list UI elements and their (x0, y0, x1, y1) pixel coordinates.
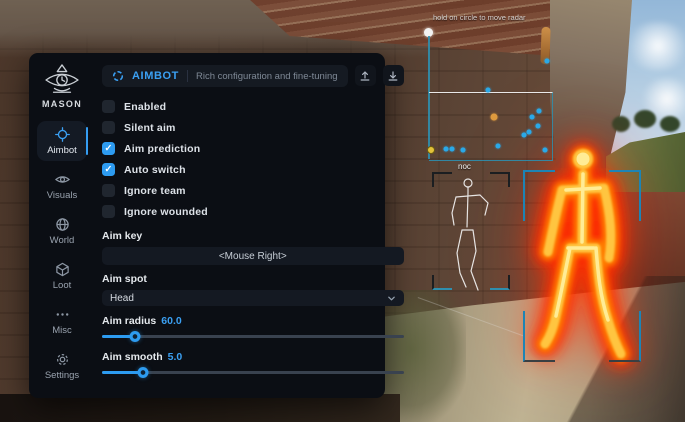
aim-key-label: Aim key (102, 230, 404, 242)
checkbox[interactable] (102, 121, 115, 134)
target-circle-icon (112, 70, 124, 82)
export-config-button[interactable] (383, 65, 404, 86)
checkbox[interactable] (102, 142, 115, 155)
checkbox-ignore-team[interactable]: Ignore team (102, 180, 404, 201)
tab-header: AIMBOT Rich configuration and fine-tunin… (102, 65, 404, 87)
bg-wooden-pole (540, 27, 550, 64)
checkbox-label: Auto switch (124, 164, 186, 176)
aim-radius-slider[interactable] (102, 330, 404, 342)
globe-icon (55, 217, 70, 232)
radar-box (429, 92, 553, 161)
cube-icon (55, 262, 70, 277)
checkbox-label: Enabled (124, 101, 166, 113)
corner-bracket (609, 170, 641, 221)
corner-bracket (609, 311, 641, 362)
tab-header-pill: AIMBOT Rich configuration and fine-tunin… (102, 65, 348, 87)
checkbox-aim-prediction[interactable]: Aim prediction (102, 138, 404, 159)
corner-bracket (523, 311, 555, 362)
aim-smooth-label-row: Aim smooth 5.0 (102, 351, 404, 363)
aim-spot-label: Aim spot (102, 273, 404, 285)
sidebar-item-misc[interactable]: Misc (37, 301, 87, 341)
checkbox-auto-switch[interactable]: Auto switch (102, 159, 404, 180)
eye-icon (55, 172, 70, 187)
sidebar-item-visuals[interactable]: Visuals (37, 166, 87, 206)
bg-tree (660, 116, 680, 132)
slider-track[interactable] (102, 335, 404, 338)
bg-cloud (622, 22, 685, 70)
sidebar-item-world[interactable]: World (37, 211, 87, 251)
brand-name: MASON (42, 99, 82, 109)
ellipsis-icon (55, 307, 70, 322)
slider-label: Aim radius (102, 315, 156, 327)
aim-spot-value: Head (110, 293, 134, 304)
divider (187, 70, 188, 82)
tab-content: AIMBOT Rich configuration and fine-tunin… (95, 53, 414, 398)
upload-icon (359, 70, 371, 82)
checkbox-label: Ignore team (124, 185, 186, 197)
sidebar-item-settings[interactable]: Settings (37, 346, 87, 386)
bg-tree (612, 116, 630, 132)
sidebar-item-label: Misc (52, 325, 72, 336)
aim-key-bind-button[interactable]: <Mouse Right> (102, 247, 404, 265)
aim-spot-select[interactable]: Head (102, 290, 404, 306)
gear-icon (55, 352, 70, 367)
checkbox[interactable] (102, 184, 115, 197)
sidebar-item-label: Settings (45, 370, 79, 381)
checkbox[interactable] (102, 205, 115, 218)
slider-value: 5.0 (168, 351, 183, 363)
bg-tree (634, 110, 656, 128)
slider-thumb[interactable] (137, 367, 148, 378)
aim-radius-label-row: Aim radius 60.0 (102, 315, 404, 327)
checkbox[interactable] (102, 100, 115, 113)
cheat-menu-panel: MASON Aimbot Visuals World Loot Misc (29, 53, 385, 398)
esp-player-name: noc (458, 162, 471, 171)
checkbox-ignore-wounded[interactable]: Ignore wounded (102, 201, 404, 222)
aim-smooth-slider[interactable] (102, 366, 404, 378)
sidebar: MASON Aimbot Visuals World Loot Misc (29, 53, 95, 398)
checkbox-label: Ignore wounded (124, 206, 208, 218)
chevron-down-icon (387, 294, 396, 303)
sidebar-item-label: World (50, 235, 75, 246)
sidebar-item-label: Visuals (47, 190, 77, 201)
mason-logo-icon (43, 64, 81, 96)
checkbox-label: Aim prediction (124, 143, 200, 155)
sidebar-item-label: Aimbot (47, 145, 77, 156)
checkbox-enabled[interactable]: Enabled (102, 96, 404, 117)
corner-bracket (523, 170, 555, 221)
esp-corner-box-player (523, 170, 641, 362)
slider-label: Aim smooth (102, 351, 163, 363)
checkbox-label: Silent aim (124, 122, 176, 134)
page-title: AIMBOT (132, 70, 179, 82)
sidebar-item-loot[interactable]: Loot (37, 256, 87, 296)
import-config-button[interactable] (355, 65, 376, 86)
esp-skeleton (440, 175, 500, 293)
checkbox-silent-aim[interactable]: Silent aim (102, 117, 404, 138)
slider-value: 60.0 (161, 315, 181, 327)
page-subtitle: Rich configuration and fine-tuning (196, 71, 338, 82)
checkbox[interactable] (102, 163, 115, 176)
slider-thumb[interactable] (130, 331, 141, 342)
sidebar-item-label: Loot (53, 280, 72, 291)
bg-dark-ground (0, 394, 400, 422)
download-icon (387, 70, 399, 82)
radar-hint-text: hold on circle to move radar (433, 13, 526, 22)
game-screen: hold on circle to move radar noc (0, 0, 685, 422)
sidebar-item-aimbot[interactable]: Aimbot (37, 121, 87, 161)
crosshair-icon (55, 127, 70, 142)
